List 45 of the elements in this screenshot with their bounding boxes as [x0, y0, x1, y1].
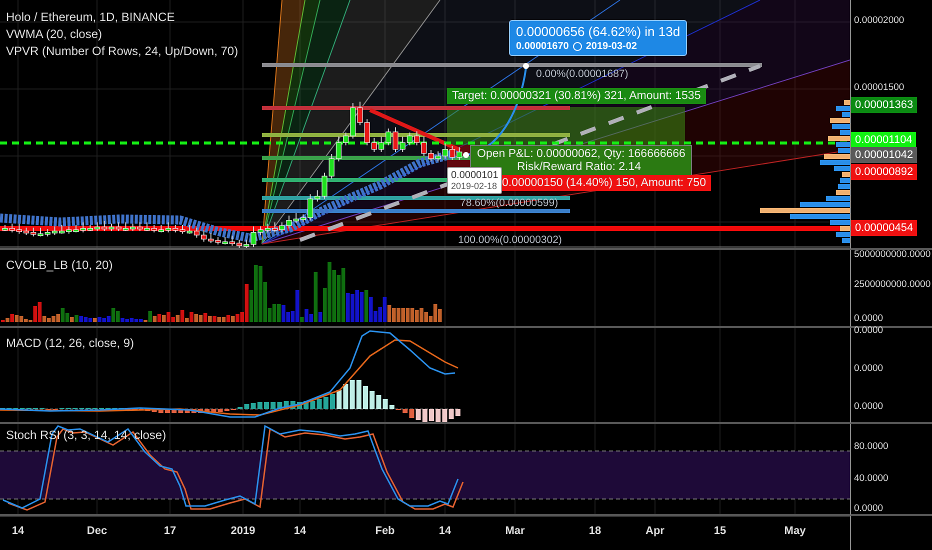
time-axis-label: 14: [294, 525, 306, 537]
price-axis-label: 0.00002000: [854, 15, 904, 26]
time-axis-label: 15: [714, 525, 726, 537]
indicator-axis-label: 80.0000: [854, 441, 888, 452]
indicator-axis-label: 2500000000.0000: [854, 279, 931, 290]
fib-level-label: 100.00%(0.00000302): [458, 234, 562, 246]
time-axis-label: Dec: [86, 525, 108, 537]
time-axis-label: 18: [588, 525, 602, 537]
indicator-axis-label: 0.0000: [854, 503, 884, 514]
price-badge: 0.00000892: [851, 164, 918, 180]
price-badge: 0.00001104: [851, 132, 916, 148]
projection-point-icon: [523, 63, 529, 69]
symbol-title: Holo / Ethereum, 1D, BINANCE: [6, 9, 176, 26]
clock-icon: [572, 42, 582, 51]
time-axis-label: 14: [12, 525, 24, 537]
tooltip-price: 0.0000101: [451, 170, 498, 181]
price-axis-label: 0.00001500: [854, 82, 904, 93]
time-axis-label: May: [784, 525, 806, 537]
indicator-title: CVOLB_LB (10, 20): [6, 258, 113, 272]
price-badge: 0.00000454: [851, 220, 918, 236]
indicator-label: VPVR (Number Of Rows, 24, Up/Down, 70): [6, 43, 238, 60]
indicator-axis-label: 5000000000.0000: [854, 249, 931, 260]
indicator-axis-label: 0.0000: [854, 363, 884, 374]
price-badge: 0.00001042: [851, 147, 918, 163]
indicator-axis-label: 0.0000: [854, 313, 884, 324]
open-pnl-text: Open P&L: 0.00000062, Qty: 166666666: [477, 148, 686, 161]
time-axis-label: Apr: [646, 525, 664, 537]
indicator-label: VWMA (20, close): [6, 26, 104, 43]
indicator-axis-label: 40.0000: [854, 473, 888, 484]
projection-price: 0.00001670: [516, 41, 569, 52]
time-axis-label: 2019: [230, 525, 256, 537]
time-axis-label: Feb: [375, 525, 395, 537]
time-axis-label: Mar: [505, 525, 525, 537]
indicator-axis-label: 0.0000: [854, 325, 884, 336]
time-axis-label: 14: [438, 525, 452, 537]
projection-change: 0.00000656 (64.62%) in 13d: [516, 24, 680, 39]
tooltip-date: 2019-02-18: [451, 181, 498, 191]
risk-reward-text: Risk/Reward Ratio: 2.14: [516, 161, 642, 174]
indicator-title: MACD (12, 26, close, 9): [6, 336, 134, 350]
projection-date: 2019-03-02: [586, 41, 637, 52]
time-axis-label: 17: [164, 525, 176, 537]
target-label: Target: 0.00000321 (30.81%) 321, Amount: 1535: [447, 88, 706, 104]
price-badge: 0.00001363: [851, 97, 918, 113]
indicator-axis-label: 0.0000: [854, 401, 884, 412]
cursor-point-icon: [463, 152, 469, 158]
